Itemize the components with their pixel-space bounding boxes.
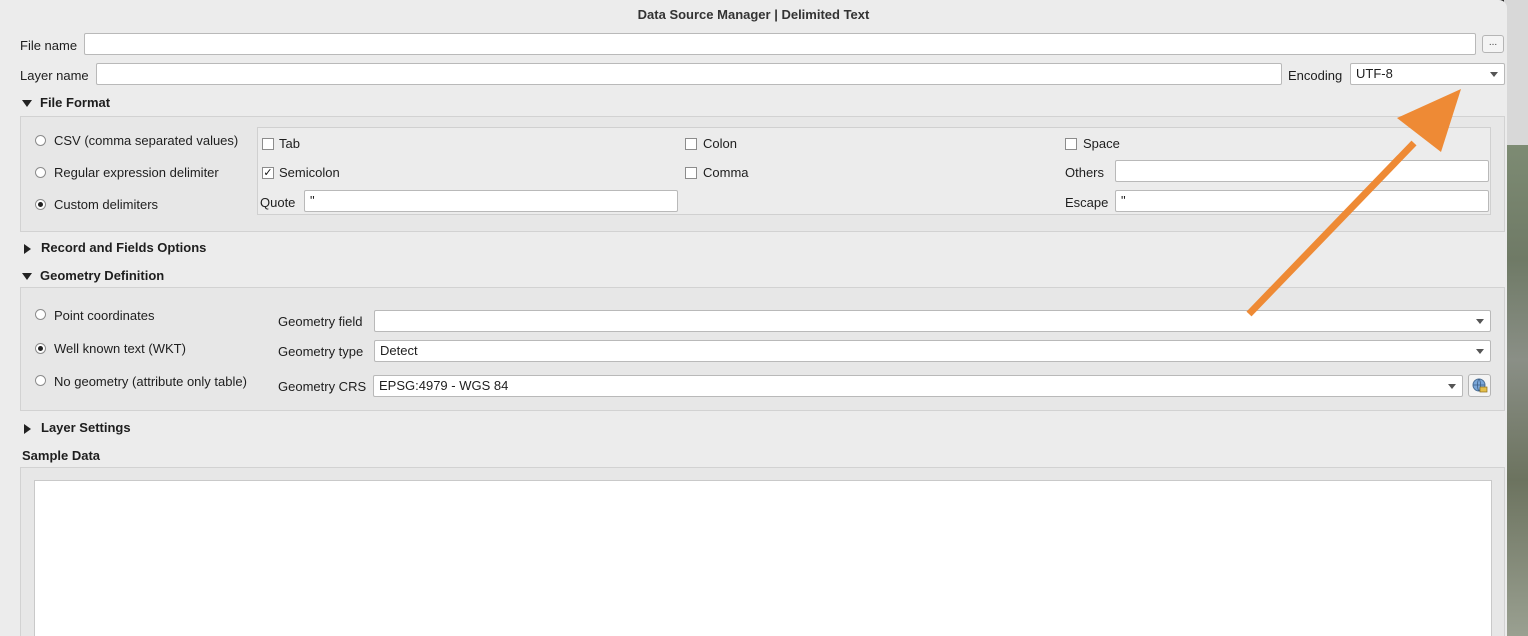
annotation-arrow — [1246, 89, 1461, 317]
arrow-shaft — [1246, 140, 1417, 317]
arrow-icon — [1397, 89, 1461, 152]
